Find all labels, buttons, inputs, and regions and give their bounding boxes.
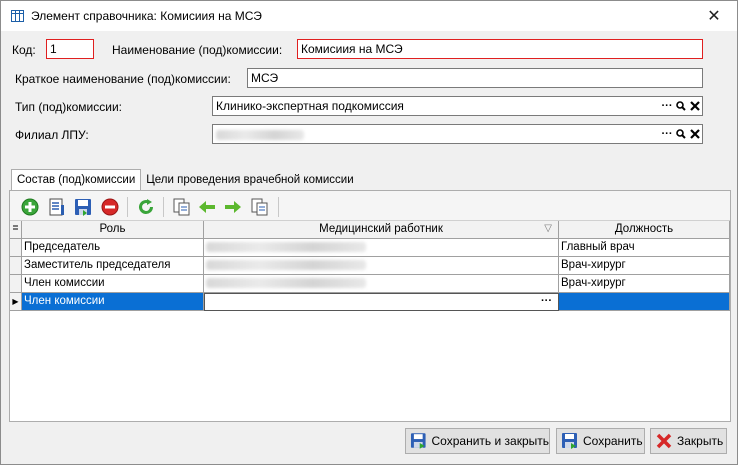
ellipsis-icon[interactable]: ··· (541, 295, 552, 307)
row-indicator[interactable] (10, 239, 22, 257)
type-field[interactable]: Клинико-экспертная подкомиссия ··· (212, 96, 703, 116)
branch-field[interactable]: ··· (212, 124, 703, 144)
tab-strip: Состав (под)комиссии Цели проведения вра… (11, 169, 359, 190)
type-field-buttons: ··· (661, 98, 701, 114)
row-indicator[interactable] (10, 257, 22, 275)
cell-role[interactable]: Председатель (22, 239, 204, 257)
filter-icon[interactable]: ▽ (544, 223, 552, 234)
tab-goals[interactable]: Цели проведения врачебной комиссии (141, 170, 358, 190)
save-close-icon (410, 433, 426, 449)
edit-list-icon[interactable] (47, 197, 67, 217)
cell-position[interactable]: Главный врач (559, 239, 730, 257)
table-icon (11, 10, 24, 22)
close-label: Закрыть (677, 434, 724, 448)
toolbar-separator (163, 197, 164, 217)
column-header-worker[interactable]: Медицинский работник ▽ (204, 221, 559, 239)
save-button[interactable]: Сохранить (556, 428, 645, 454)
close-button[interactable]: Закрыть (650, 428, 727, 454)
short-name-field[interactable]: МСЭ (247, 68, 703, 88)
save-label: Сохранить (583, 434, 643, 448)
save-icon[interactable] (73, 197, 93, 217)
code-label: Код: (12, 43, 36, 57)
close-icon: ✕ (707, 8, 721, 25)
toolbar-separator (127, 197, 128, 217)
short-name-label: Краткое наименование (под)комиссии: (15, 72, 231, 86)
clear-icon[interactable] (689, 98, 701, 114)
table-row[interactable]: Председатель Главный врач (10, 239, 730, 257)
row-indicator[interactable] (10, 275, 22, 293)
window-title: Элемент справочника: Комисиия на МСЭ (31, 9, 262, 23)
toolbar-separator (278, 197, 279, 217)
table-row-selected[interactable]: ▶ Член комиссии ··· (10, 293, 730, 311)
worker-redacted (206, 241, 366, 252)
table-row[interactable]: Заместитель председателя Врач-хирург (10, 257, 730, 275)
cell-position[interactable] (559, 293, 730, 311)
code-field[interactable]: 1 (46, 39, 94, 59)
column-header-position[interactable]: Должность (559, 221, 730, 239)
delete-icon[interactable] (100, 197, 120, 217)
cell-role[interactable]: Член комиссии (22, 275, 204, 293)
save-icon (562, 433, 577, 449)
title-bar: Элемент справочника: Комисиия на МСЭ ✕ (1, 1, 737, 31)
window-close-button[interactable]: ✕ (691, 1, 737, 31)
branch-value-redacted (216, 129, 304, 140)
ellipsis-icon[interactable]: ··· (661, 126, 673, 142)
worker-redacted (206, 277, 366, 288)
search-icon[interactable] (675, 98, 687, 114)
add-icon[interactable] (20, 197, 40, 217)
ellipsis-icon[interactable]: ··· (661, 98, 673, 114)
name-label: Наименование (под)комиссии: (112, 43, 283, 57)
cell-worker-editor[interactable]: ··· (204, 293, 559, 311)
clear-icon[interactable] (689, 126, 701, 142)
type-label: Тип (под)комиссии: (15, 100, 122, 114)
cell-position[interactable]: Врач-хирург (559, 257, 730, 275)
worker-redacted (206, 259, 366, 270)
grid-toolbar (10, 191, 730, 221)
tab-composition[interactable]: Состав (под)комиссии (11, 169, 142, 190)
red-x-icon (656, 433, 672, 449)
menu-icon: ≣ (12, 223, 19, 232)
row-indicator[interactable]: ▶ (10, 293, 22, 311)
cell-worker[interactable] (204, 275, 559, 293)
list-settings-icon[interactable] (250, 197, 270, 217)
refresh-icon[interactable] (136, 197, 156, 217)
table-row[interactable]: Член комиссии Врач-хирург (10, 275, 730, 293)
column-header-worker-label: Медицинский работник (319, 223, 443, 235)
current-row-arrow-icon: ▶ (12, 297, 19, 306)
name-field[interactable]: Комисиия на МСЭ (297, 39, 703, 59)
branch-label: Филиал ЛПУ: (15, 128, 89, 142)
save-and-close-button[interactable]: Сохранить и закрыть (405, 428, 550, 454)
cell-role[interactable]: Член комиссии (22, 293, 204, 311)
search-icon[interactable] (675, 126, 687, 142)
save-and-close-label: Сохранить и закрыть (431, 434, 549, 448)
row-selector-header[interactable]: ≣ (10, 221, 22, 239)
dialog-window: Элемент справочника: Комисиия на МСЭ ✕ К… (0, 0, 738, 465)
cell-worker[interactable] (204, 239, 559, 257)
type-value: Клинико-экспертная подкомиссия (216, 99, 404, 113)
tab-panel: ≣ Роль Медицинский работник ▽ Должность … (9, 190, 731, 422)
cell-position[interactable]: Врач-хирург (559, 275, 730, 293)
column-header-role[interactable]: Роль (22, 221, 204, 239)
copy-list-icon[interactable] (172, 197, 192, 217)
cell-worker[interactable] (204, 257, 559, 275)
arrow-right-icon[interactable] (223, 197, 243, 217)
cell-role[interactable]: Заместитель председателя (22, 257, 204, 275)
arrow-left-icon[interactable] (197, 197, 217, 217)
branch-field-buttons: ··· (661, 126, 701, 142)
